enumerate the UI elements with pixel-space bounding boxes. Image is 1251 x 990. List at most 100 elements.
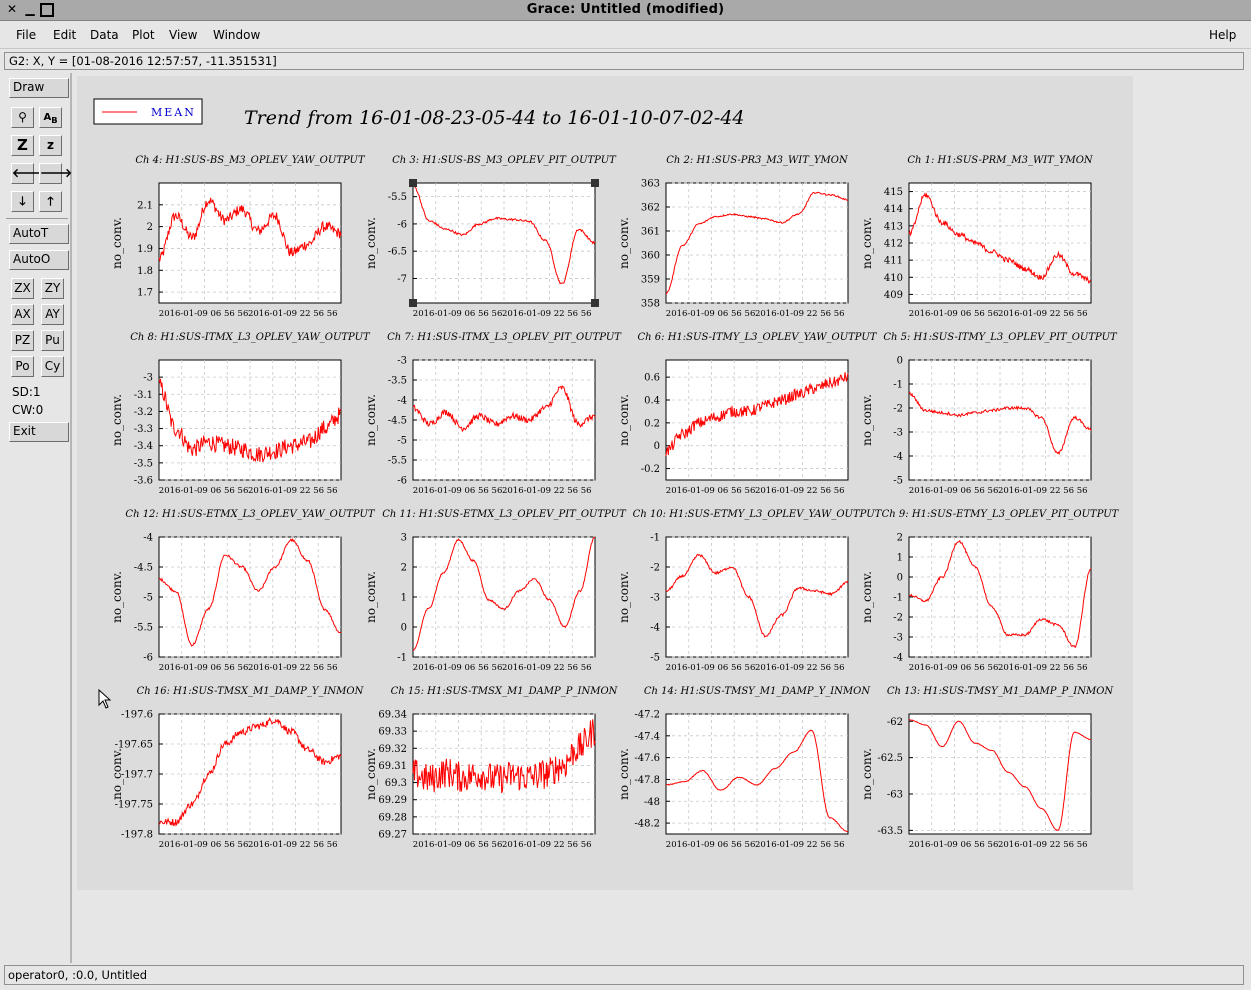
menu-data[interactable]: Data <box>90 28 119 42</box>
x-tick-label: 2016-01-09 06 56 56 <box>909 486 999 496</box>
y-tick-label: 3 <box>401 533 407 544</box>
y-tick-label: -197.6 <box>121 710 153 721</box>
scroll-up-button[interactable]: 🡑 <box>39 191 62 212</box>
ax-button[interactable]: AX <box>11 304 34 325</box>
y-tick-label: -5.5 <box>134 623 153 634</box>
y-tick-label: -63 <box>887 790 903 801</box>
graph-title: Ch 2: H1:SUS-PR3_M3_WIT_YMON <box>666 155 849 166</box>
autot-button[interactable]: AutoT <box>9 224 69 244</box>
menu-window[interactable]: Window <box>213 28 260 42</box>
scroll-left-button[interactable]: 🡐 <box>11 163 44 184</box>
y-axis-label: no_conv. <box>617 217 631 269</box>
zoom-z-button[interactable]: Z <box>11 135 34 156</box>
legend-box[interactable]: MEAN <box>93 98 203 125</box>
y-axis-label: no_conv. <box>364 748 378 800</box>
y-tick-label: -197.8 <box>121 830 153 841</box>
x-tick-label: 2016-01-09 06 56 56 <box>159 840 249 850</box>
window-title: Grace: Untitled (modified) <box>526 2 725 17</box>
y-tick-label: -3.2 <box>134 407 153 418</box>
graph-10[interactable]: 0.6 0.4 0.2 0 -0.2 2016-01-09 06 56 56 2016-01… <box>617 332 878 496</box>
exit-button[interactable]: Exit <box>9 422 69 442</box>
toolbar-divider <box>6 218 68 219</box>
graph-title: Ch 15: H1:SUS-TMSX_M1_DAMP_P_INMON <box>391 686 619 697</box>
graph-3[interactable]: -4 -4.5 -5 -5.5 -6 2016-01-09 06 56 56 2016-01… <box>110 509 376 673</box>
graph-6[interactable]: -3 -3.5 -4 -4.5 -5 -5.5 -6 2016-01-09 06 56 56 2… <box>364 332 622 496</box>
menu-file[interactable]: File <box>16 28 36 42</box>
y-tick-label: -4.5 <box>134 563 153 574</box>
y-tick-label: -3.6 <box>134 476 153 487</box>
graph-2[interactable]: -3 -3.1 -3.2 -3.3 -3.4 -3.5 -3.6 2016-01-09 06 … <box>110 332 371 496</box>
status-bar: operator0, :0.0, Untitled <box>4 965 1244 985</box>
autoo-button[interactable]: AutoO <box>9 250 69 270</box>
y-tick-label: -3 <box>650 593 660 604</box>
zoom-button[interactable]: ⚲ <box>11 107 34 128</box>
y-tick-label: -5 <box>893 476 903 487</box>
text-button[interactable]: AB <box>39 107 62 128</box>
y-tick-label: 1.9 <box>137 244 153 255</box>
y-tick-label: 412 <box>884 239 903 250</box>
arrow-right-icon: 🡒 <box>40 166 73 180</box>
y-tick-label: -3 <box>143 373 153 384</box>
x-tick-label: 2016-01-09 06 56 56 <box>909 840 999 850</box>
y-tick-label: -2 <box>893 404 903 415</box>
x-tick-label: 2016-01-09 06 56 56 <box>666 309 756 319</box>
graph-title: Ch 12: H1:SUS-ETMX_L3_OPLEV_YAW_OUTPUT <box>125 509 375 520</box>
graph-13[interactable]: 415 414 413 412 411 410 409 2016-01-09 06 56 56… <box>860 155 1094 319</box>
cy-button[interactable]: Cy <box>41 356 64 377</box>
window-titlebar[interactable]: ✕ ▁ Grace: Untitled (modified) <box>0 0 1251 21</box>
y-tick-label: -7 <box>397 274 407 285</box>
selection-handle[interactable] <box>409 179 417 187</box>
y-tick-label: 2 <box>401 563 407 574</box>
pz-button[interactable]: PZ <box>11 330 34 351</box>
graph-14[interactable]: 0 -1 -2 -3 -4 -5 2016-01-09 06 56 56 2016-01-09… <box>860 332 1118 496</box>
x-tick-label: 2016-01-09 22 56 56 <box>502 309 592 319</box>
graph-15[interactable]: 2 1 0 -1 -2 -3 -4 2016-01-09 06 56 56 2016-01-09… <box>860 509 1120 673</box>
y-tick-label: -3.5 <box>134 458 153 469</box>
y-tick-label: 415 <box>884 187 903 198</box>
ay-button[interactable]: AY <box>41 304 64 325</box>
menu-plot[interactable]: Plot <box>132 28 155 42</box>
y-tick-label: -4 <box>893 452 903 463</box>
menu-help[interactable]: Help <box>1209 28 1236 42</box>
y-tick-label: 69.28 <box>378 812 407 823</box>
y-tick-label: 411 <box>884 256 903 267</box>
draw-button[interactable]: Draw <box>9 78 69 98</box>
y-tick-label: -0.2 <box>641 464 660 475</box>
scroll-down-button[interactable]: 🡓 <box>11 191 34 212</box>
y-axis-label: no_conv. <box>860 571 874 623</box>
zy-button[interactable]: ZY <box>41 278 64 299</box>
graph-1[interactable]: 2.1 2 1.9 1.8 1.7 2016-01-09 06 56 56 2016-01-… <box>110 155 366 319</box>
x-tick-label: 2016-01-09 22 56 56 <box>502 486 592 496</box>
y-tick-label: -5 <box>143 593 153 604</box>
y-tick-label: -62.5 <box>877 753 903 764</box>
menu-view[interactable]: View <box>169 28 197 42</box>
graph-title: Ch 11: H1:SUS-ETMX_L3_OPLEV_PIT_OUTPUT <box>382 509 627 520</box>
menu-edit[interactable]: Edit <box>53 28 76 42</box>
y-tick-label: -3 <box>893 633 903 644</box>
graph-9[interactable]: 363 362 361 360 359 358 2016-01-09 06 56 56 201… <box>617 155 849 319</box>
y-tick-label: -47.4 <box>634 731 660 742</box>
y-axis-label: no_conv. <box>110 394 124 446</box>
x-tick-label: 2016-01-09 22 56 56 <box>248 309 338 319</box>
selection-handle[interactable] <box>591 299 599 307</box>
graph-7[interactable]: 3 2 1 0 -1 2016-01-09 06 56 56 2016-01-09 22 5… <box>364 509 627 673</box>
graph-4[interactable]: -197.6-197.65-197.7-197.75-197.82016-01-… <box>110 686 365 850</box>
pu-button[interactable]: Pu <box>41 330 64 351</box>
zx-button[interactable]: ZX <box>11 278 34 299</box>
selection-handle[interactable] <box>409 299 417 307</box>
x-tick-label: 2016-01-09 22 56 56 <box>998 309 1088 319</box>
graph-12[interactable]: -47.2 -47.4 -47.6 -47.8 -48 -48.2 2016-01-09 0… <box>617 686 871 850</box>
y-tick-label: 2 <box>147 222 153 233</box>
graph-5[interactable]: -5.5 -6 -6.5 -7 2016-01-09 06 56 56 2016-01-0… <box>364 155 617 319</box>
graph-16[interactable]: -62 -62.5 -63 -63.5 2016-01-09 06 56 56 2016-… <box>860 686 1114 850</box>
graph-8[interactable]: 69.34 69.33 69.32 69.31 69.3 69.29 69.28 69.27 2… <box>364 686 619 850</box>
selection-handle[interactable] <box>591 179 599 187</box>
po-button[interactable]: Po <box>11 356 34 377</box>
zoom-z-small-button[interactable]: z <box>39 135 62 156</box>
plot-svg[interactable]: MEAN Trend from 16-01-08-23-05-44 to 16-… <box>77 76 1133 890</box>
graph-11[interactable]: -1 -2 -3 -4 -5 2016-01-09 06 56 56 2016-01-09 … <box>617 509 883 673</box>
plot-canvas[interactable]: MEAN Trend from 16-01-08-23-05-44 to 16-… <box>77 76 1133 890</box>
graph-title: Ch 1: H1:SUS-PRM_M3_WIT_YMON <box>907 155 1094 166</box>
y-tick-label: 69.33 <box>378 727 407 738</box>
scroll-right-button[interactable]: 🡒 <box>39 163 72 184</box>
